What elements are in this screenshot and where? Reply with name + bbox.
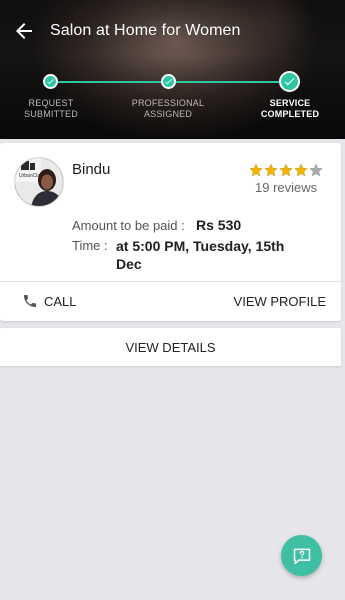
back-arrow-icon[interactable]	[12, 19, 36, 43]
call-button[interactable]: CALL	[22, 282, 162, 320]
call-label: CALL	[44, 293, 77, 309]
amount-label: Amount to be paid :	[72, 218, 185, 233]
star-filled-icon	[249, 163, 263, 177]
review-count: 19 reviews	[255, 180, 318, 195]
view-profile-button[interactable]: VIEW PROFILE	[234, 282, 326, 320]
professional-card: UrbanClap Bindu 19 reviews Amount to be …	[0, 143, 341, 321]
step-professional-assigned-check-icon	[161, 74, 176, 89]
app-header: Salon at Home for Women REQUEST SUBMITTE…	[0, 0, 345, 139]
star-empty-icon	[309, 163, 323, 177]
time-label: Time :	[72, 238, 108, 253]
rating-stars	[249, 163, 323, 177]
star-filled-icon	[264, 163, 278, 177]
step-label-request-submitted: REQUEST SUBMITTED	[24, 98, 78, 119]
step-label-service-completed: SERVICE COMPLETED	[260, 98, 320, 119]
page-title: Salon at Home for Women	[50, 22, 241, 39]
help-chat-button[interactable]	[281, 535, 322, 576]
phone-icon	[24, 295, 36, 307]
step-request-submitted-check-icon	[43, 74, 58, 89]
chat-question-icon	[293, 548, 310, 564]
view-details-button[interactable]: VIEW DETAILS	[0, 328, 341, 366]
professional-name: Bindu	[72, 161, 111, 178]
avatar-photo: UrbanClap	[15, 158, 63, 206]
time-value: at 5:00 PM, Tuesday, 15th Dec	[116, 238, 285, 272]
step-label-professional-assigned: PROFESSIONAL ASSIGNED	[131, 98, 205, 119]
amount-value: Rs 530	[196, 217, 242, 233]
professional-avatar[interactable]: UrbanClap	[14, 157, 64, 207]
step-service-completed-check-icon	[279, 71, 300, 92]
star-filled-icon	[294, 163, 308, 177]
star-filled-icon	[279, 163, 293, 177]
